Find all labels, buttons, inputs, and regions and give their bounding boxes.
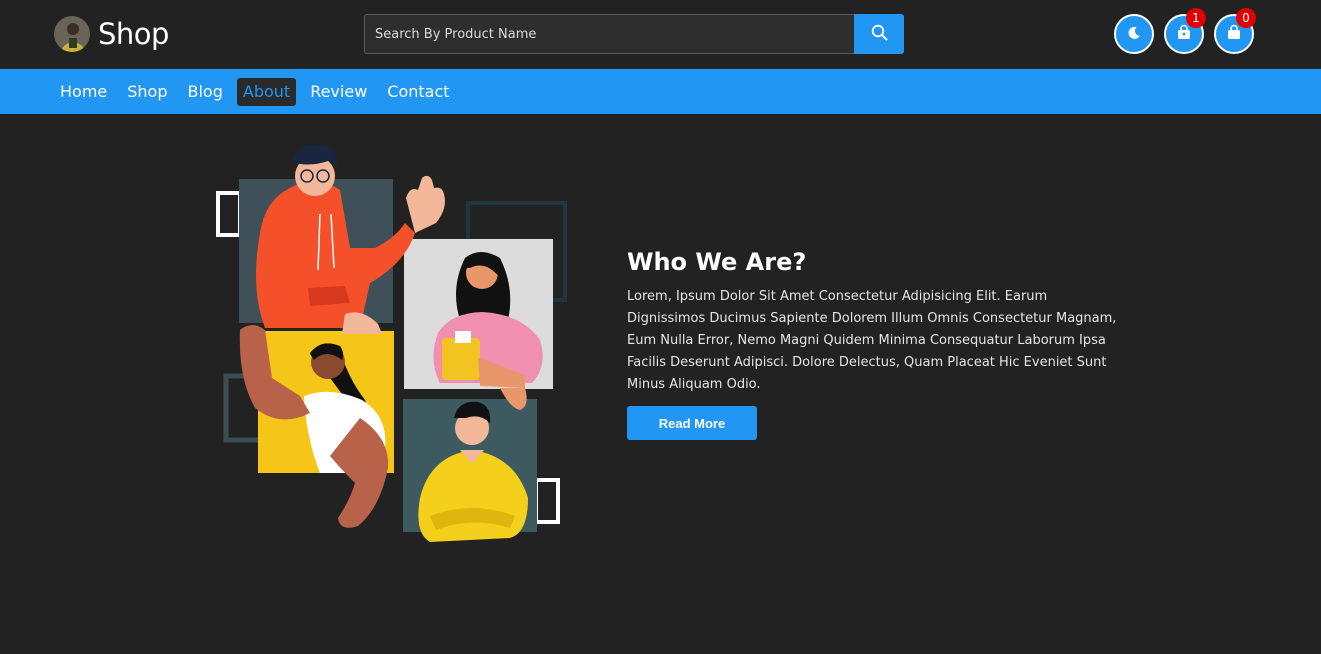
team-illustration bbox=[210, 138, 575, 550]
shopping-bag-icon bbox=[1226, 24, 1242, 44]
cart-count-badge: 0 bbox=[1236, 8, 1256, 28]
avatar bbox=[54, 16, 90, 52]
nav-item-review[interactable]: Review bbox=[304, 78, 373, 106]
search-bar bbox=[364, 14, 904, 54]
about-text: Lorem, Ipsum Dolor Sit Amet Consectetur … bbox=[627, 289, 1117, 392]
nav-item-blog[interactable]: Blog bbox=[182, 78, 229, 106]
wishlist-button[interactable]: 1 bbox=[1164, 8, 1206, 54]
cart-button[interactable]: 0 bbox=[1214, 8, 1256, 54]
read-more-button[interactable]: Read More bbox=[627, 406, 757, 440]
search-button[interactable] bbox=[854, 14, 904, 54]
search-input[interactable] bbox=[364, 14, 854, 54]
brand-name: Shop bbox=[98, 17, 169, 51]
lock-bag-icon bbox=[1176, 24, 1192, 44]
header: Shop 1 0 bbox=[0, 0, 1321, 69]
search-icon bbox=[871, 24, 888, 44]
moon-icon bbox=[1127, 25, 1141, 44]
about-section: Who We Are? Lorem, Ipsum Dolor Sit Amet … bbox=[627, 246, 1127, 440]
main-nav: Home Shop Blog About Review Contact bbox=[0, 69, 1321, 114]
nav-item-contact[interactable]: Contact bbox=[381, 78, 455, 106]
nav-item-home[interactable]: Home bbox=[54, 78, 113, 106]
brand[interactable]: Shop bbox=[54, 16, 169, 52]
nav-item-about[interactable]: About bbox=[236, 77, 297, 106]
about-title: Who We Are? bbox=[627, 248, 807, 276]
wishlist-count-badge: 1 bbox=[1186, 8, 1206, 28]
theme-toggle-button[interactable] bbox=[1114, 14, 1154, 54]
nav-item-shop[interactable]: Shop bbox=[121, 78, 173, 106]
